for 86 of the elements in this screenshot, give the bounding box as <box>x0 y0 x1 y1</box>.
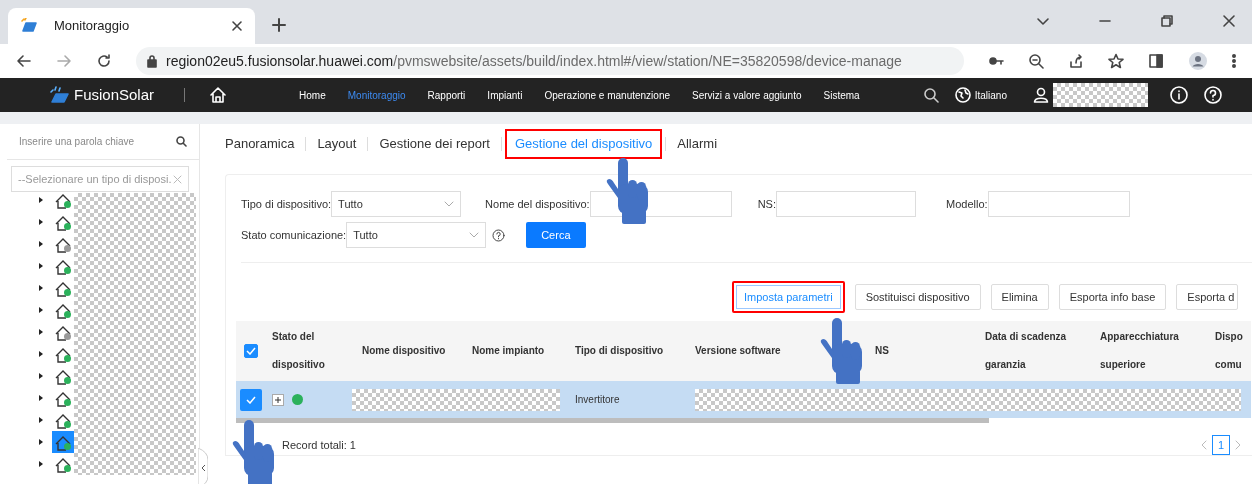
filter-label: Modello: <box>946 196 988 212</box>
caret-right-icon[interactable] <box>38 240 44 248</box>
brand-name[interactable]: FusionSolar <box>74 83 155 107</box>
filter-label: Nome del dispositivo: <box>485 196 590 212</box>
caret-right-icon[interactable] <box>38 438 44 446</box>
checkmark-icon <box>246 347 256 355</box>
horizontal-scrollbar[interactable] <box>236 418 989 423</box>
filter-label: NS: <box>757 196 776 212</box>
column-header: Apparecchiatura superiore <box>1100 330 1180 372</box>
avatar-icon[interactable] <box>1188 51 1208 71</box>
share-icon[interactable] <box>1068 53 1084 69</box>
nav-link[interactable]: Impianti <box>487 87 523 103</box>
action-button[interactable]: Elimina <box>990 284 1049 310</box>
caret-right-icon[interactable] <box>38 284 44 292</box>
column-header: Tipo di dispositivo <box>575 344 664 358</box>
filter-input[interactable] <box>987 191 1130 217</box>
row-checkbox[interactable] <box>240 388 262 411</box>
plus-icon[interactable] <box>271 16 287 33</box>
close-icon[interactable] <box>1222 14 1236 28</box>
close-icon[interactable] <box>231 20 243 32</box>
search-field[interactable]: Inserire una parola chiave <box>19 134 135 149</box>
restore-icon[interactable] <box>1160 14 1174 28</box>
zoom-out-icon[interactable] <box>1028 53 1044 69</box>
reload-icon[interactable] <box>96 53 112 69</box>
column-header: Versione software <box>695 344 781 358</box>
caret-right-icon[interactable] <box>38 262 44 270</box>
chevron-down-icon <box>444 201 455 207</box>
chevron-down-icon <box>469 232 480 238</box>
filter-label: Tipo di dispositivo: <box>241 196 332 212</box>
search-icon[interactable] <box>922 87 939 103</box>
language-selector[interactable]: Italiano <box>974 87 1007 103</box>
nav-link[interactable]: Rapporti <box>427 87 466 103</box>
caret-right-icon[interactable] <box>38 372 44 380</box>
nav-link[interactable]: Monitoraggio <box>347 87 406 103</box>
side-panel-icon[interactable] <box>1148 53 1164 69</box>
nav-link[interactable]: Sistema <box>823 87 860 103</box>
record-count: Record totali: 1 <box>282 437 356 453</box>
column-header: Stato del dispositivo <box>272 330 326 372</box>
pointing-hand-icon <box>818 318 864 384</box>
caret-right-icon[interactable] <box>38 306 44 314</box>
page-button[interactable]: 1 <box>1212 435 1230 455</box>
sub-tab[interactable]: Allarmi <box>666 137 729 151</box>
collapse-handle[interactable] <box>198 448 208 484</box>
solar-panel-icon <box>20 18 38 34</box>
caret-right-icon[interactable] <box>38 196 44 204</box>
user-icon[interactable] <box>1033 87 1049 103</box>
column-header: Dispo comu <box>1215 330 1244 372</box>
lock-icon <box>146 54 158 68</box>
sub-tab[interactable]: Panoramica <box>214 137 306 151</box>
column-header: NS <box>875 344 889 358</box>
checkmark-icon <box>246 395 256 404</box>
search-button[interactable]: Cerca <box>526 222 586 248</box>
select-all-checkbox[interactable] <box>244 344 258 358</box>
nav-link[interactable]: Operazione e manutenzione <box>544 87 670 103</box>
column-header: Data di scadenza garanzia <box>985 330 1068 372</box>
search-icon[interactable] <box>176 136 187 147</box>
pointing-hand-icon <box>230 420 276 484</box>
caret-right-icon[interactable] <box>38 394 44 402</box>
nav-link[interactable]: Home <box>299 87 326 103</box>
column-header: Nome dispositivo <box>362 344 446 358</box>
sub-tab[interactable]: Gestione dei report <box>368 137 501 151</box>
expand-icon[interactable] <box>272 393 284 406</box>
nav-link[interactable]: Servizi a valore aggiunto <box>692 87 802 103</box>
info-icon[interactable] <box>1170 86 1188 104</box>
home-icon[interactable] <box>209 86 228 104</box>
filter-select[interactable]: Tutto <box>346 222 487 248</box>
caret-right-icon[interactable] <box>38 350 44 358</box>
action-button[interactable]: Esporta d <box>1176 284 1239 310</box>
table-cell-text: Invertitore <box>575 393 620 407</box>
star-icon[interactable] <box>1108 53 1124 69</box>
filter-input[interactable] <box>776 191 916 217</box>
caret-right-icon[interactable] <box>38 416 44 424</box>
caret-right-icon[interactable] <box>38 328 44 336</box>
filter-select[interactable]: Tutto <box>331 191 462 217</box>
pointing-hand-icon <box>604 158 650 224</box>
more-icon[interactable] <box>1232 53 1236 69</box>
caret-right-icon[interactable] <box>38 460 44 468</box>
caret-right-icon[interactable] <box>38 218 44 226</box>
globe-icon[interactable] <box>954 87 971 103</box>
filter-label: Stato comunicazione: <box>241 227 347 243</box>
back-arrow-icon[interactable] <box>16 53 32 69</box>
action-button[interactable]: Sostituisci dispositivo <box>854 284 981 310</box>
fusionsolar-logo-icon <box>48 86 70 104</box>
column-header: Nome impianto <box>472 344 545 358</box>
action-button[interactable]: Esporta info base <box>1058 284 1167 310</box>
sub-tab[interactable]: Layout <box>306 137 368 151</box>
